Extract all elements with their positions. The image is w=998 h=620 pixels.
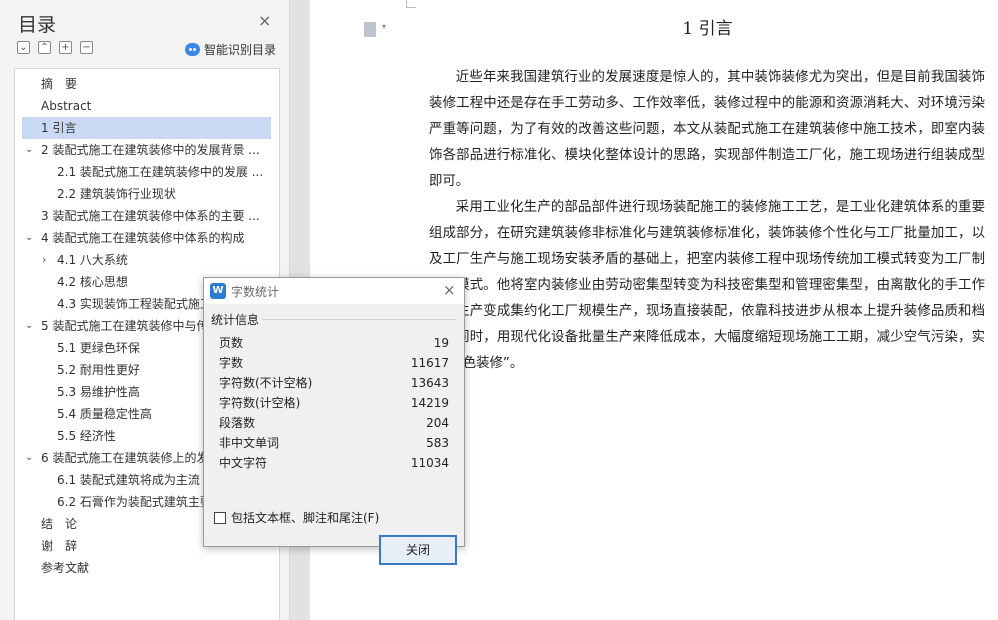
stats-section-label: 统计信息 <box>211 313 260 327</box>
ai-assistant-icon <box>185 43 200 56</box>
checkbox-box[interactable] <box>214 511 226 524</box>
toc-item-label: 结 论 <box>41 517 78 531</box>
toc-item-label: 4.3 实现装饰工程装配式施工 <box>57 297 212 311</box>
toc-item-label: 6 装配式施工在建筑装修上的发 <box>41 451 209 465</box>
stat-label: 段落数 <box>219 416 256 430</box>
stat-value: 583 <box>426 436 449 450</box>
chevron-right-icon[interactable]: › <box>42 249 46 271</box>
paragraph: 采用工业化生产的部品部件进行现场装配施工的装修施工工艺，是工业化建筑体系的重要组… <box>429 200 985 371</box>
page-margin-marker <box>406 0 416 8</box>
expand-all-icon[interactable]: ⌃ <box>38 41 51 54</box>
toc-item[interactable]: 2.2 建筑装饰行业现状 <box>15 183 279 205</box>
stat-label: 字符数(计空格) <box>219 396 301 410</box>
section-heading: 1 引言 <box>682 19 733 39</box>
stat-label: 页数 <box>219 336 244 350</box>
stat-value: 14219 <box>410 396 449 410</box>
divider <box>262 319 456 320</box>
stat-row: 字符数(计空格) 14219 <box>219 393 451 413</box>
toc-item-label: 4.2 核心思想 <box>57 275 128 289</box>
toc-item[interactable]: › 4.1 八大系统 <box>15 249 279 271</box>
toc-item[interactable]: 2.1 装配式施工在建筑装修中的发展 ... <box>15 161 279 183</box>
toc-item[interactable]: Abstract <box>15 95 279 117</box>
toc-item[interactable]: ⌄ 4 装配式施工在建筑装修中体系的构成 <box>15 227 279 249</box>
paragraph: 近些年来我国建筑行业的发展速度是惊人的，其中装饰装修尤为突出，但是目前我国装饰装… <box>429 70 985 189</box>
smart-toc-label: 智能识别目录 <box>204 43 277 57</box>
close-button[interactable]: 关闭 <box>379 535 457 565</box>
toc-item-label: 6.2 石膏作为装配式建筑主要 <box>57 495 212 509</box>
collapse-all-icon[interactable]: ⌄ <box>17 41 30 54</box>
stats-list: 页数 19 字数 11617 字符数(不计空格) 13643 字符数(计空格) 14219 段落… <box>219 333 451 473</box>
stat-value: 11034 <box>410 456 449 470</box>
toc-item[interactable]: ⌄ 2 装配式施工在建筑装修中的发展背景 ... <box>15 139 279 161</box>
toc-item-label: 4.1 八大系统 <box>57 253 128 267</box>
toc-item[interactable]: 3 装配式施工在建筑装修中体系的主要 ... <box>15 205 279 227</box>
dialog-body: 统计信息 页数 19 字数 11617 字符数(不计空格) 13643 字符数(计空格) 14… <box>204 304 464 565</box>
stat-row: 字符数(不计空格) 13643 <box>219 373 451 393</box>
stat-row: 非中文单词 583 <box>219 433 451 453</box>
toc-item[interactable]: 参考文献 <box>15 557 279 579</box>
toc-item-label: 摘 要 <box>41 77 78 91</box>
toc-item-label: Abstract <box>41 99 92 113</box>
toc-item-label: 5 装配式施工在建筑装修中与传统 <box>41 319 221 333</box>
word-count-dialog: W 字数统计 × 统计信息 页数 19 字数 11617 字符数(不计空格) 13643 字… <box>203 277 465 565</box>
chevron-down-icon[interactable]: ⌄ <box>25 447 33 469</box>
stat-row: 字数 11617 <box>219 353 451 373</box>
toc-item-label: 6.1 装配式建筑将成为主流 <box>57 473 200 487</box>
include-notes-checkbox[interactable]: 包括文本框、脚注和尾注(F) <box>214 509 379 526</box>
toc-item-label: 5.5 经济性 <box>57 429 116 443</box>
stat-value: 19 <box>433 336 449 350</box>
dialog-title: 字数统计 <box>231 285 280 299</box>
toc-item-label: 参考文献 <box>41 561 90 575</box>
chevron-down-icon[interactable]: ⌄ <box>25 139 33 161</box>
smart-toc-button[interactable]: 智能识别目录 <box>185 41 276 58</box>
stat-row: 中文字符 11034 <box>219 453 451 473</box>
toc-item-label: 4 装配式施工在建筑装修中体系的构成 <box>41 231 245 245</box>
toc-item-label: 2 装配式施工在建筑装修中的发展背景 ... <box>41 143 260 157</box>
toc-toolbar: ⌄ ⌃ + − <box>17 41 93 54</box>
toc-item-label: 5.3 易维护性高 <box>57 385 140 399</box>
toc-item-label: 1 引言 <box>41 121 77 135</box>
chevron-down-icon[interactable]: ⌄ <box>25 315 33 337</box>
toc-item-label: 5.1 更绿色环保 <box>57 341 140 355</box>
toc-title: 目录 <box>18 14 57 36</box>
stat-value: 204 <box>426 416 449 430</box>
stat-label: 字符数(不计空格) <box>219 376 313 390</box>
add-heading-icon[interactable]: + <box>59 41 72 54</box>
stat-value: 11617 <box>410 356 449 370</box>
toc-item-label: 5.4 质量稳定性高 <box>57 407 152 421</box>
toc-item-label: 5.2 耐用性更好 <box>57 363 140 377</box>
stat-value: 13643 <box>410 376 449 390</box>
toc-item[interactable]: 1 引言 <box>22 117 271 139</box>
stat-label: 非中文单词 <box>219 436 280 450</box>
document-body[interactable]: 近些年来我国建筑行业的发展速度是惊人的，其中装饰装修尤为突出，但是目前我国装饰装… <box>429 65 985 377</box>
stat-label: 中文字符 <box>219 456 268 470</box>
toc-item-label: 谢 辞 <box>41 539 78 553</box>
toc-item-label: 2.1 装配式施工在建筑装修中的发展 ... <box>57 165 264 179</box>
toc-item-label: 2.2 建筑装饰行业现状 <box>57 187 176 201</box>
close-icon[interactable]: × <box>443 281 456 299</box>
stat-row: 段落数 204 <box>219 413 451 433</box>
checkbox-label: 包括文本框、脚注和尾注(F) <box>231 511 380 525</box>
chevron-down-icon[interactable]: ⌄ <box>25 227 33 249</box>
stat-row: 页数 19 <box>219 333 451 353</box>
toc-item[interactable]: 摘 要 <box>15 73 279 95</box>
stat-label: 字数 <box>219 356 244 370</box>
wps-logo-icon: W <box>210 283 226 299</box>
toc-item-label: 3 装配式施工在建筑装修中体系的主要 ... <box>41 209 260 223</box>
close-icon[interactable]: × <box>258 11 271 30</box>
remove-heading-icon[interactable]: − <box>80 41 93 54</box>
dialog-titlebar[interactable]: W 字数统计 × <box>204 278 464 304</box>
